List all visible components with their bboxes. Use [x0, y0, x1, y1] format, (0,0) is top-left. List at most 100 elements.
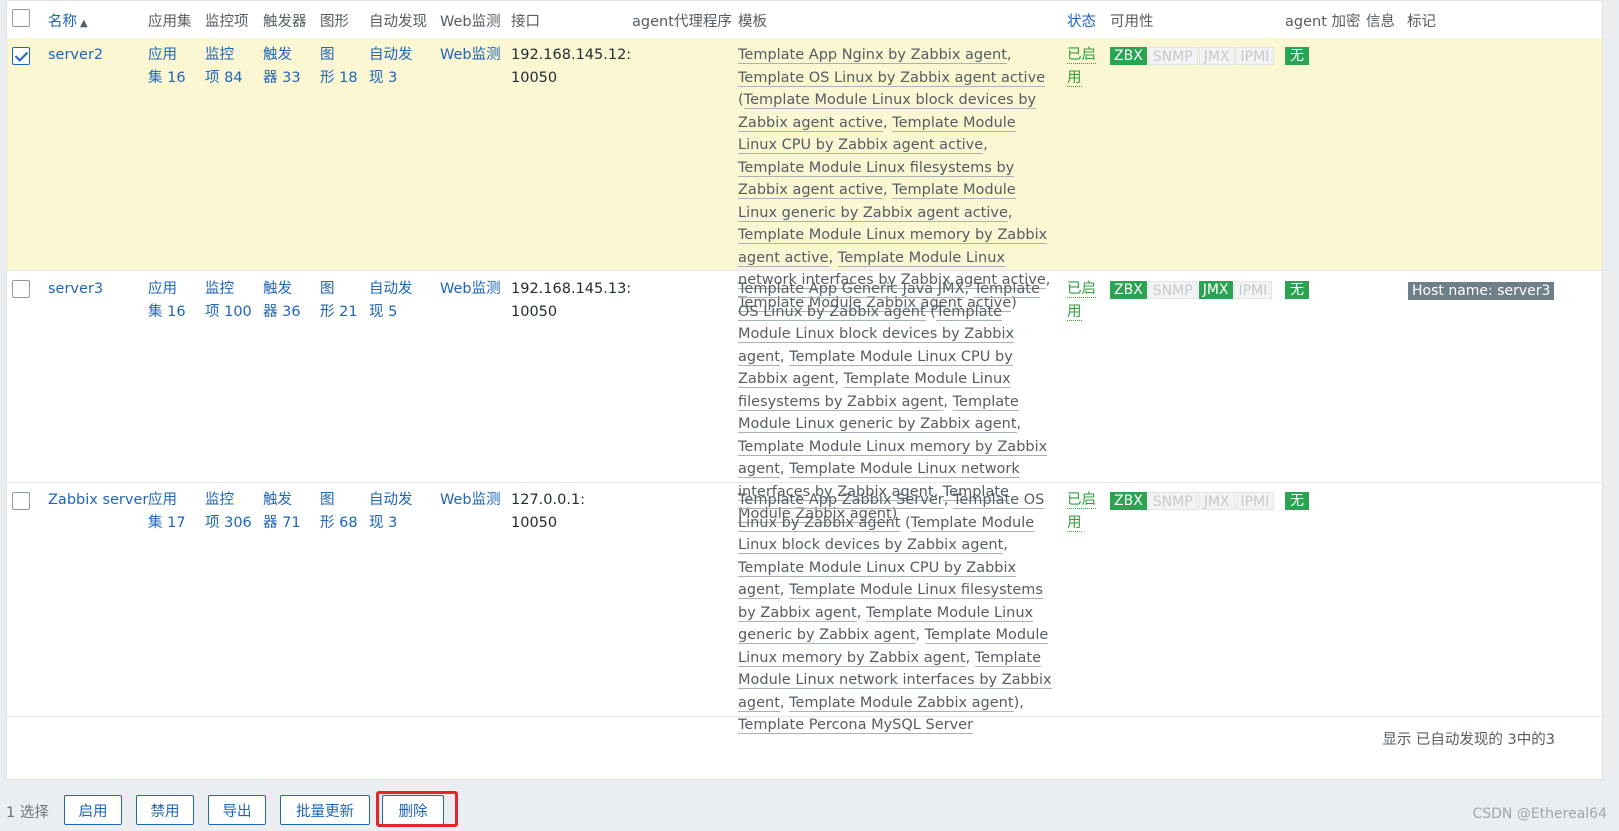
availability-badges: ZBX SNMP JMX IPMI [1110, 492, 1275, 510]
column-header-info: 信息 [1366, 14, 1395, 30]
selected-count: 1 选择 [6, 805, 49, 821]
items-link[interactable]: 监控 项 100 [205, 278, 252, 323]
disable-button[interactable]: 禁用 [136, 795, 194, 825]
column-header-availability: 可用性 [1110, 14, 1154, 30]
watermark: CSDN @Ethereal64 [1472, 806, 1607, 822]
column-header-interface: 接口 [511, 14, 540, 30]
status-toggle[interactable]: 已启 用 [1067, 44, 1096, 89]
items-link[interactable]: 监控 项 84 [205, 44, 243, 89]
applications-link[interactable]: 应用 集 16 [148, 44, 186, 89]
ipmi-availability-badge: IPMI [1235, 492, 1275, 510]
row-checkbox[interactable] [12, 47, 30, 65]
discovery-link[interactable]: 自动发 现 3 [369, 44, 413, 89]
status-toggle[interactable]: 已启 用 [1067, 489, 1096, 534]
graphs-link[interactable]: 图 形 68 [320, 489, 358, 534]
snmp-availability-badge: SNMP [1147, 492, 1198, 510]
availability-badges: ZBX SNMP JMX IPMI [1110, 281, 1273, 299]
template-separator: , [943, 492, 953, 508]
snmp-availability-badge: SNMP [1147, 47, 1198, 65]
template-separator: , [779, 582, 790, 598]
template-separator: , [1003, 537, 1008, 553]
discovery-link[interactable]: 自动发 现 3 [369, 489, 413, 534]
web-link[interactable]: Web监测 [440, 44, 501, 67]
applications-link[interactable]: 应用 集 17 [148, 489, 186, 534]
jmx-availability-badge: JMX [1198, 281, 1233, 299]
availability-badges: ZBX SNMP JMX IPMI [1110, 47, 1275, 65]
column-header-name[interactable]: 名称 ▲ [48, 10, 88, 31]
triggers-link[interactable]: 触发 器 33 [263, 44, 301, 89]
column-header-templates: 模板 [738, 14, 767, 30]
zbx-availability-badge: ZBX [1110, 47, 1147, 65]
snmp-availability-badge: SNMP [1147, 281, 1198, 299]
export-button[interactable]: 导出 [208, 795, 266, 825]
interface-value: 127.0.0.1: 10050 [511, 492, 586, 531]
template-link[interactable]: Template OS Linux by Zabbix agent active [738, 69, 1046, 87]
column-header-proxy: agent代理程序 [632, 14, 732, 30]
template-separator: , [983, 137, 988, 153]
template-separator: , [1016, 416, 1022, 432]
graphs-link[interactable]: 图 形 21 [320, 278, 358, 323]
web-link[interactable]: Web监测 [440, 489, 501, 512]
select-all-checkbox[interactable] [12, 9, 30, 27]
delete-highlight-box [376, 791, 458, 827]
host-tag[interactable]: Host name: server3 [1408, 282, 1555, 300]
template-separator: , [1007, 204, 1013, 221]
zbx-availability-badge: ZBX [1110, 281, 1147, 299]
enable-button[interactable]: 启用 [64, 795, 122, 825]
column-header-applications: 应用集 [148, 14, 192, 30]
paging-summary: 显示 已自动发现的 3中的3 [1382, 732, 1555, 748]
mass-update-button[interactable]: 批量更新 [280, 795, 370, 825]
column-header-items: 监控项 [205, 14, 249, 30]
column-header-tags: 标记 [1407, 14, 1436, 30]
template-link[interactable]: Template App Generic Java JMX [738, 281, 965, 298]
column-header-encryption: agent 加密 [1285, 14, 1361, 30]
host-name-link[interactable]: Zabbix server [48, 489, 148, 512]
sort-asc-icon: ▲ [80, 18, 88, 29]
triggers-link[interactable]: 触发 器 36 [263, 278, 301, 323]
template-separator: , [964, 281, 974, 297]
interface-value: 192.168.145.13: 10050 [511, 281, 632, 320]
ipmi-availability-badge: IPMI [1235, 47, 1275, 65]
row-checkbox[interactable] [12, 492, 30, 510]
template-link[interactable]: Template Module Zabbix agent [789, 694, 1014, 712]
template-separator: , [883, 114, 893, 131]
column-header-graphs: 图形 [320, 14, 349, 30]
template-separator: ( [900, 514, 911, 531]
template-separator: , [943, 393, 953, 410]
applications-link[interactable]: 应用 集 16 [148, 278, 186, 323]
ipmi-availability-badge: IPMI [1233, 281, 1273, 299]
template-separator: , [883, 182, 893, 198]
column-header-web: Web监测 [440, 14, 501, 30]
jmx-availability-badge: JMX [1198, 492, 1235, 510]
template-separator: ( [738, 92, 744, 108]
template-separator: ), [1013, 694, 1024, 711]
status-toggle[interactable]: 已启 用 [1067, 278, 1096, 323]
template-separator: , [856, 604, 866, 621]
web-link[interactable]: Web监测 [440, 278, 501, 301]
host-name-link[interactable]: server3 [48, 278, 103, 301]
encryption-badge: 无 [1285, 492, 1309, 510]
templates-list: Template App Zabbix Server, Template OS … [738, 489, 1058, 737]
jmx-availability-badge: JMX [1198, 47, 1235, 65]
interface-value: 192.168.145.12: 10050 [511, 47, 632, 86]
items-link[interactable]: 监控 项 306 [205, 489, 252, 534]
column-header-discovery: 自动发现 [369, 14, 427, 30]
column-header-triggers: 触发器 [263, 14, 307, 30]
template-link[interactable]: Template Percona MySQL Server [738, 717, 974, 734]
template-separator: , [779, 694, 790, 711]
template-link[interactable]: Template App Zabbix Server [738, 492, 944, 509]
template-separator: , [965, 649, 975, 666]
template-link[interactable]: Template App Nginx by Zabbix agent [738, 47, 1007, 64]
templates-list: Template App Nginx by Zabbix agent, Temp… [738, 44, 1058, 314]
template-separator: ( [925, 303, 936, 320]
column-header-status[interactable]: 状态 [1067, 10, 1096, 31]
host-name-link[interactable]: server2 [48, 44, 103, 67]
template-separator: , [779, 461, 790, 477]
row-checkbox[interactable] [12, 280, 30, 298]
template-separator: , [1006, 47, 1012, 63]
graphs-link[interactable]: 图 形 18 [320, 44, 358, 89]
discovery-link[interactable]: 自动发 现 5 [369, 278, 413, 323]
triggers-link[interactable]: 触发 器 71 [263, 489, 301, 534]
template-separator: , [915, 627, 925, 643]
encryption-badge: 无 [1285, 281, 1309, 299]
